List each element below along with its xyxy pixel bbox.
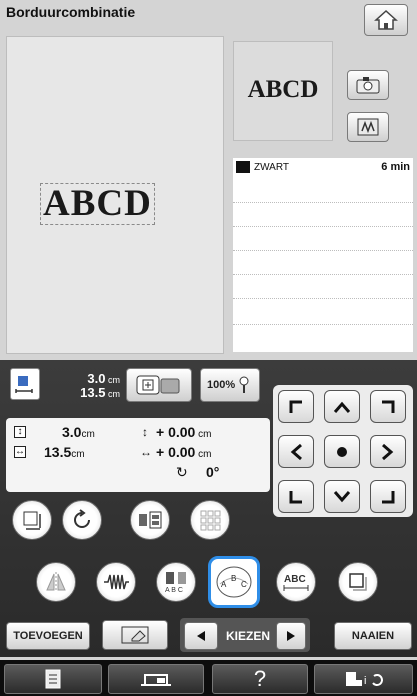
- add-button[interactable]: TOEVOEGEN: [6, 622, 90, 650]
- svg-text:A: A: [221, 580, 227, 589]
- svg-text:C: C: [241, 580, 247, 589]
- outline-square-icon: [349, 573, 367, 591]
- delete-button[interactable]: [102, 620, 168, 650]
- preview-pattern-text: ABCD: [40, 183, 155, 225]
- arc-text-button[interactable]: A B C: [208, 556, 260, 608]
- page-settings-button[interactable]: [4, 664, 102, 694]
- home-button[interactable]: [364, 4, 408, 36]
- height-value: 3.0cm: [62, 424, 95, 440]
- border-button[interactable]: [338, 562, 378, 602]
- thread-spools-icon: A B C: [165, 572, 186, 594]
- size-summary-icon: [10, 368, 40, 400]
- presser-foot-button[interactable]: i: [314, 664, 413, 694]
- rotation-icon: ↻: [176, 464, 188, 480]
- height-icon: ↕: [14, 426, 26, 438]
- machine-info-button[interactable]: [108, 664, 204, 694]
- mirror-button[interactable]: [36, 562, 76, 602]
- svg-text:A B C: A B C: [165, 587, 183, 594]
- mirror-icon: [46, 572, 66, 592]
- svg-text:ABC: ABC: [284, 574, 306, 585]
- move-down-left-button[interactable]: [278, 480, 314, 513]
- array-icon: [139, 511, 162, 529]
- svg-text:i: i: [364, 675, 366, 687]
- select-previous-button[interactable]: [184, 622, 218, 650]
- vertical-offset-icon: ↕: [142, 425, 148, 439]
- select-next-button[interactable]: [276, 622, 306, 650]
- triangle-left-icon: [197, 631, 205, 641]
- thread-color-change-button[interactable]: A B C: [156, 562, 196, 602]
- width-value: 13.5cm: [44, 444, 85, 460]
- svg-text:B: B: [231, 574, 236, 583]
- vertical-offset-value: + 0.00 cm: [156, 424, 212, 440]
- move-up-button[interactable]: [324, 390, 360, 423]
- presser-foot-icon: i: [345, 672, 383, 687]
- page-title: Borduurcombinatie: [6, 4, 136, 20]
- horizontal-offset-icon: ↔: [140, 445, 152, 459]
- fabric-frame-icon: [357, 118, 379, 136]
- eraser-icon: [121, 626, 149, 644]
- mini-preview-text: ABCD: [247, 76, 319, 103]
- fabric-preview-button[interactable]: [347, 112, 389, 142]
- array-button[interactable]: [130, 500, 170, 540]
- sewing-machine-icon: [141, 674, 171, 686]
- width-icon: ↔: [14, 446, 26, 458]
- scan-camera-button[interactable]: [347, 70, 389, 100]
- move-up-right-button[interactable]: [370, 390, 406, 423]
- home-icon: [374, 9, 398, 30]
- grid-icon: [200, 510, 221, 531]
- zigzag-stitch-icon: [104, 574, 129, 590]
- move-left-button[interactable]: [278, 435, 314, 468]
- text-spacing-button[interactable]: ABC: [276, 562, 316, 602]
- thread-color-name: ZWART: [254, 162, 289, 173]
- resize-button[interactable]: [12, 500, 52, 540]
- select-label: KIEZEN: [225, 629, 270, 643]
- move-down-right-button[interactable]: [370, 480, 406, 513]
- summary-height: 13.5 cm: [80, 385, 120, 400]
- triangle-right-icon: [287, 631, 295, 641]
- help-button[interactable]: ?: [212, 664, 308, 694]
- document-icon: [45, 669, 61, 689]
- rotate-button[interactable]: [62, 500, 102, 540]
- thread-sew-time: 6 min: [381, 161, 410, 173]
- move-down-button[interactable]: [324, 480, 360, 513]
- letter-spacing-icon: ABC: [283, 574, 309, 591]
- resize-icon: [23, 511, 41, 530]
- sew-button[interactable]: NAAIEN: [334, 622, 412, 650]
- embroidery-frame-icon: [136, 375, 180, 395]
- move-right-button[interactable]: [370, 435, 406, 468]
- arc-text-icon: A B C: [216, 566, 252, 598]
- move-center-button[interactable]: [324, 435, 360, 468]
- density-button[interactable]: [96, 562, 136, 602]
- zoom-button[interactable]: 100%: [200, 368, 260, 402]
- thread-color-list: [233, 158, 413, 352]
- rotation-value: 0°: [206, 464, 220, 480]
- move-up-left-button[interactable]: [278, 390, 314, 423]
- frame-select-button[interactable]: [126, 368, 192, 402]
- repeat-button[interactable]: [190, 500, 230, 540]
- rotate-icon: [74, 509, 90, 528]
- horizontal-offset-value: + 0.00 cm: [156, 444, 212, 460]
- magnifier-icon: [239, 376, 249, 393]
- thread-color-swatch: [236, 161, 250, 173]
- camera-icon: [356, 77, 380, 94]
